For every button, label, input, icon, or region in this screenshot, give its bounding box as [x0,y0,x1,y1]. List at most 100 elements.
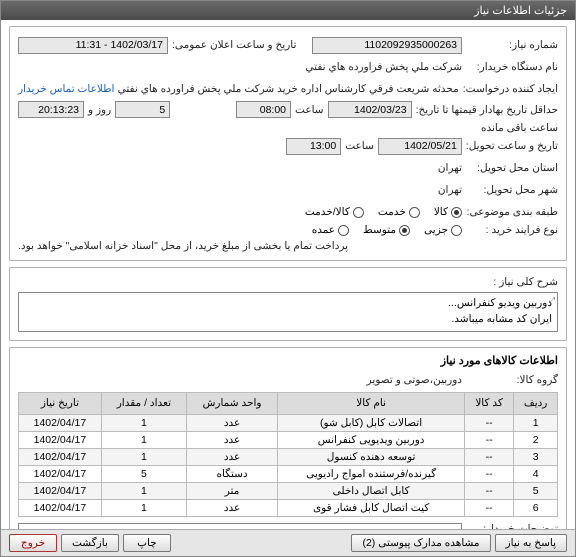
reply-date-field: 1402/03/23 [328,101,412,118]
general-info: شماره نیاز: 1102092935000263 تاریخ و ساع… [9,26,567,261]
province-value: تهران [438,162,462,174]
goods-group-value: دوربین،صوتی و تصویر [367,374,462,386]
cell-date: 1402/04/17 [19,414,102,431]
cell-name: کیت اتصال کابل فشار قوی [278,499,465,516]
cell-unit: عدد [186,448,277,465]
city-value: تهران [438,184,462,196]
th-qty[interactable]: تعداد / مقدار [101,392,186,414]
titlebar: جزئیات اطلاعات نیاز [1,1,575,20]
respond-button[interactable]: پاسخ به نیاز [495,534,567,552]
delivery-time-field: 13:00 [286,138,341,155]
province-label: استان محل تحویل: [466,162,558,174]
content: شماره نیاز: 1102092935000263 تاریخ و ساع… [1,20,575,529]
cell-code: -- [465,414,514,431]
delivery-date-field: 1402/05/21 [378,138,462,155]
category-radios: کالا خدمت کالا/خدمت [305,206,462,218]
cell-row: 1 [514,414,558,431]
delivery-dt-label: تاریخ و ساعت تحویل: [466,140,558,152]
payment-note: پرداخت تمام یا بخشی از مبلغ خرید، از محل… [18,240,348,252]
cell-qty: 1 [101,414,186,431]
table-row[interactable]: 6--کیت اتصال کابل فشار قویعدد11402/04/17 [19,499,558,516]
radio-goods-label: کالا [434,206,448,218]
th-code[interactable]: کد کالا [465,392,514,414]
requester-value: محدثه شريعت فرقي كارشناس اداره خريد شركت… [118,83,458,95]
back-button[interactable]: بازگشت [61,534,119,552]
cell-row: 4 [514,465,558,482]
category-label: طبقه بندی موضوعی: [466,206,558,218]
days-left-field: 5 [115,101,170,118]
contact-link[interactable]: اطلاعات تماس خریدار [18,83,114,95]
goods-group-label: گروه کالا: [466,374,558,386]
table-row[interactable]: 4--گیرنده/فرستنده امواج رادیوییدستگاه514… [19,465,558,482]
radio-major[interactable]: عمده [312,224,349,236]
buyer-org-value: شركت ملي پخش فراورده هاي نفتي [305,61,462,73]
request-no-field: 1102092935000263 [312,37,462,54]
cell-code: -- [465,448,514,465]
cell-code: -- [465,499,514,516]
cell-date: 1402/04/17 [19,465,102,482]
radio-major-label: عمده [312,224,335,236]
hour-label-2: ساعت [345,140,374,152]
goods-block: اطلاعات کالاهای مورد نیاز گروه کالا: دور… [9,347,567,530]
th-unit[interactable]: واحد شمارش [186,392,277,414]
cell-code: -- [465,431,514,448]
desc-text: دوربین ویدیو کنفرانس... ایران کد مشابه م… [448,297,552,325]
print-button[interactable]: چاپ [123,534,171,552]
table-row[interactable]: 3--توسعه دهنده کنسولعدد11402/04/17 [19,448,558,465]
cell-unit: عدد [186,414,277,431]
cell-qty: 1 [101,431,186,448]
hour-label-1: ساعت [295,104,324,116]
time-left-field: 20:13:23 [18,101,84,118]
similar-button[interactable]: مشاهده مدارک پیوستی (2) [351,534,490,552]
cell-row: 5 [514,482,558,499]
cell-row: 3 [514,448,558,465]
th-row[interactable]: ردیف [514,392,558,414]
radio-service-label: خدمت [378,206,406,218]
cell-date: 1402/04/17 [19,448,102,465]
desc-textarea[interactable]: ⤢ دوربین ویدیو کنفرانس... ایران کد مشابه… [18,292,558,332]
cell-code: -- [465,465,514,482]
proc-label: نوع فرایند خرید : [466,224,558,236]
cell-name: توسعه دهنده کنسول [278,448,465,465]
announce-dt-label: تاریخ و ساعت اعلان عمومی: [172,39,296,51]
cell-unit: متر [186,482,277,499]
radio-both[interactable]: کالا/خدمت [305,206,364,218]
radio-minor[interactable]: جزیی [424,224,462,236]
table-row[interactable]: 2--دوربین ویدیویی کنفرانسعدد11402/04/17 [19,431,558,448]
radio-medium-label: متوسط [363,224,396,236]
cell-name: گیرنده/فرستنده امواج رادیویی [278,465,465,482]
requester-label: ایجاد کننده درخواست: [463,83,558,95]
exit-button[interactable]: خروج [9,534,57,552]
radio-both-label: کالا/خدمت [305,206,350,218]
footer: پاسخ به نیاز مشاهده مدارک پیوستی (2) چاپ… [1,529,575,556]
cell-name: کابل اتصال داخلی [278,482,465,499]
desc-label: شرح کلی نیاز : [466,276,558,288]
cell-unit: عدد [186,431,277,448]
table-row[interactable]: 1--اتصالات کابل (کابل شو)عدد11402/04/17 [19,414,558,431]
city-label: شهر محل تحویل: [466,184,558,196]
cell-unit: عدد [186,499,277,516]
cell-name: دوربین ویدیویی کنفرانس [278,431,465,448]
cell-date: 1402/04/17 [19,482,102,499]
description-block: شرح کلی نیاز : ⤢ دوربین ویدیو کنفرانس...… [9,267,567,341]
cell-qty: 1 [101,448,186,465]
radio-goods[interactable]: کالا [434,206,462,218]
radio-service[interactable]: خدمت [378,206,420,218]
th-name[interactable]: نام کالا [278,392,465,414]
goods-info-title: اطلاعات کالاهای مورد نیاز [18,354,558,367]
radio-medium[interactable]: متوسط [363,224,410,236]
cell-unit: دستگاه [186,465,277,482]
days-label: روز و [88,104,111,116]
th-date[interactable]: تاریخ نیاز [19,392,102,414]
table-row[interactable]: 5--کابل اتصال داخلیمتر11402/04/17 [19,482,558,499]
radio-minor-label: جزیی [424,224,448,236]
request-no-label: شماره نیاز: [466,39,558,51]
cell-qty: 1 [101,482,186,499]
remaining-label: ساعت باقی مانده [481,122,558,134]
cell-date: 1402/04/17 [19,431,102,448]
cell-row: 2 [514,431,558,448]
cell-code: -- [465,482,514,499]
items-table: ردیف کد کالا نام کالا واحد شمارش تعداد /… [18,392,558,517]
expand-icon[interactable]: ⤢ [549,295,555,307]
cell-qty: 5 [101,465,186,482]
